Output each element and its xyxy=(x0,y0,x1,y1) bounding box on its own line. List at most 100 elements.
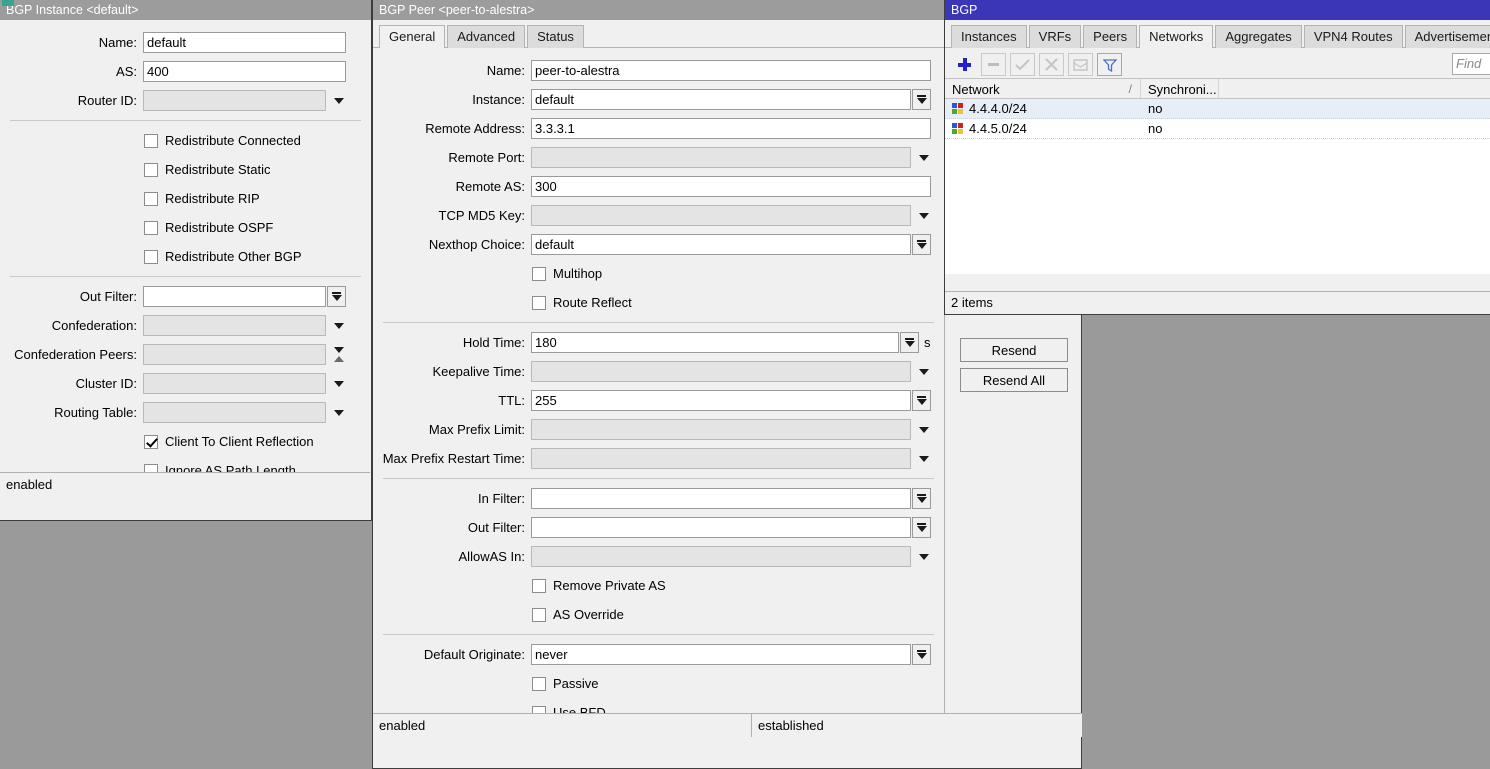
checkbox-row-client-to-client-reflection[interactable]: Client To Client Reflection xyxy=(0,427,371,456)
checkbox-row-route-reflect[interactable]: Route Reflect xyxy=(373,288,944,317)
filter-button[interactable] xyxy=(1097,53,1122,76)
checkbox-redistribute-ospf[interactable] xyxy=(144,221,158,235)
chevron-down-icon[interactable] xyxy=(914,147,933,168)
checkbox-row-redistribute-other-bgp[interactable]: Redistribute Other BGP xyxy=(0,242,371,271)
input-max-prefix-restart-time[interactable] xyxy=(531,448,911,469)
input-remote-address[interactable] xyxy=(531,118,931,139)
input-ttl[interactable] xyxy=(531,390,911,411)
chevron-down-icon[interactable] xyxy=(329,402,348,423)
dropdown-arrow-icon[interactable] xyxy=(912,517,931,538)
checkbox-route-reflect[interactable] xyxy=(532,296,546,310)
dropdown-arrow-icon[interactable] xyxy=(912,644,931,665)
checkbox-multihop[interactable] xyxy=(532,267,546,281)
disable-button[interactable] xyxy=(1039,53,1064,76)
remove-button[interactable] xyxy=(981,53,1006,76)
checkbox-redistribute-other-bgp[interactable] xyxy=(144,250,158,264)
chevron-down-icon[interactable] xyxy=(329,90,348,111)
input-as[interactable] xyxy=(143,61,346,82)
bgp-instance-window: BGP Instance <default> Name: AS: xyxy=(0,0,372,521)
dropdown-arrow-icon[interactable] xyxy=(912,89,931,110)
chevron-down-icon[interactable] xyxy=(914,205,933,226)
up-down-spinner-icon[interactable] xyxy=(329,343,348,366)
input-name[interactable] xyxy=(143,32,346,53)
tab-status[interactable]: Status xyxy=(527,25,584,48)
chevron-down-icon[interactable] xyxy=(914,419,933,440)
checkbox-row-multihop[interactable]: Multihop xyxy=(373,259,944,288)
label-remote-address: Remote Address: xyxy=(373,121,531,136)
checkbox-redistribute-rip[interactable] xyxy=(144,192,158,206)
tab-vpn4-routes[interactable]: VPN4 Routes xyxy=(1304,25,1403,48)
input-allowas-in[interactable] xyxy=(531,546,911,567)
field-row-routing-table: Routing Table: xyxy=(0,398,371,427)
table-row[interactable]: 4.4.4.0/24 no xyxy=(945,99,1490,119)
checkbox-row-as-override[interactable]: AS Override xyxy=(373,600,944,629)
checkbox-client-to-client-reflection[interactable] xyxy=(144,435,158,449)
label-remove-private-as: Remove Private AS xyxy=(553,578,666,593)
comment-button[interactable] xyxy=(1068,53,1093,76)
resend-all-button[interactable]: Resend All xyxy=(960,368,1068,392)
dropdown-arrow-icon[interactable] xyxy=(327,286,346,307)
tab-general[interactable]: General xyxy=(379,25,445,48)
input-cluster-id[interactable] xyxy=(143,373,326,394)
bgp-list-titlebar[interactable]: BGP xyxy=(945,0,1490,20)
dropdown-arrow-icon[interactable] xyxy=(912,390,931,411)
input-out-filter[interactable] xyxy=(143,286,326,307)
label-confederation: Confederation: xyxy=(0,318,143,333)
input-peer-out-filter[interactable] xyxy=(531,517,911,538)
label-peer-name: Name: xyxy=(373,63,531,78)
bgp-instance-titlebar[interactable]: BGP Instance <default> xyxy=(0,0,371,20)
tab-networks[interactable]: Networks xyxy=(1139,25,1213,48)
tab-advertisements[interactable]: Advertisements xyxy=(1405,25,1490,48)
checkbox-remove-private-as[interactable] xyxy=(532,579,546,593)
checkbox-row-redistribute-rip[interactable]: Redistribute RIP xyxy=(0,184,371,213)
input-remote-port[interactable] xyxy=(531,147,911,168)
input-confederation[interactable] xyxy=(143,315,326,336)
tab-peers[interactable]: Peers xyxy=(1083,25,1137,48)
input-tcp-md5-key[interactable] xyxy=(531,205,911,226)
chevron-down-icon[interactable] xyxy=(914,546,933,567)
divider xyxy=(10,120,361,121)
cell-synchronize: no xyxy=(1141,99,1219,118)
label-ttl: TTL: xyxy=(373,393,531,408)
column-header-synchronize[interactable]: Synchroni... xyxy=(1141,79,1219,98)
tab-instances[interactable]: Instances xyxy=(951,25,1027,48)
checkbox-passive[interactable] xyxy=(532,677,546,691)
chevron-down-icon[interactable] xyxy=(914,448,933,469)
chevron-down-icon[interactable] xyxy=(329,373,348,394)
table-row[interactable]: 4.4.5.0/24 no xyxy=(945,119,1490,139)
input-default-originate[interactable] xyxy=(531,644,911,665)
input-max-prefix-limit[interactable] xyxy=(531,419,911,440)
checkbox-row-passive[interactable]: Passive xyxy=(373,669,944,698)
dropdown-arrow-icon[interactable] xyxy=(912,488,931,509)
add-button[interactable] xyxy=(952,53,977,76)
checkbox-row-redistribute-static[interactable]: Redistribute Static xyxy=(0,155,371,184)
checkbox-row-redistribute-connected[interactable]: Redistribute Connected xyxy=(0,126,371,155)
dropdown-arrow-icon[interactable] xyxy=(912,234,931,255)
tab-advanced[interactable]: Advanced xyxy=(447,25,525,48)
resend-button[interactable]: Resend xyxy=(960,338,1068,362)
input-in-filter[interactable] xyxy=(531,488,911,509)
checkbox-redistribute-static[interactable] xyxy=(144,163,158,177)
input-routing-table[interactable] xyxy=(143,402,326,423)
chevron-down-icon[interactable] xyxy=(914,361,933,382)
checkbox-as-override[interactable] xyxy=(532,608,546,622)
input-keepalive-time[interactable] xyxy=(531,361,911,382)
input-hold-time[interactable] xyxy=(531,332,899,353)
input-remote-as[interactable] xyxy=(531,176,931,197)
checkbox-redistribute-connected[interactable] xyxy=(144,134,158,148)
column-header-network[interactable]: Network / xyxy=(945,79,1141,98)
tab-vrfs[interactable]: VRFs xyxy=(1029,25,1082,48)
dropdown-arrow-icon[interactable] xyxy=(900,332,919,353)
input-router-id[interactable] xyxy=(143,90,326,111)
checkbox-row-redistribute-ospf[interactable]: Redistribute OSPF xyxy=(0,213,371,242)
input-peer-name[interactable] xyxy=(531,60,931,81)
input-nexthop-choice[interactable] xyxy=(531,234,911,255)
comment-icon xyxy=(1073,59,1088,71)
chevron-down-icon[interactable] xyxy=(329,315,348,336)
enable-button[interactable] xyxy=(1010,53,1035,76)
input-peer-instance[interactable] xyxy=(531,89,911,110)
checkbox-row-remove-private-as[interactable]: Remove Private AS xyxy=(373,571,944,600)
find-input[interactable]: Find xyxy=(1452,53,1490,75)
input-confederation-peers[interactable] xyxy=(143,344,326,365)
tab-aggregates[interactable]: Aggregates xyxy=(1215,25,1302,48)
